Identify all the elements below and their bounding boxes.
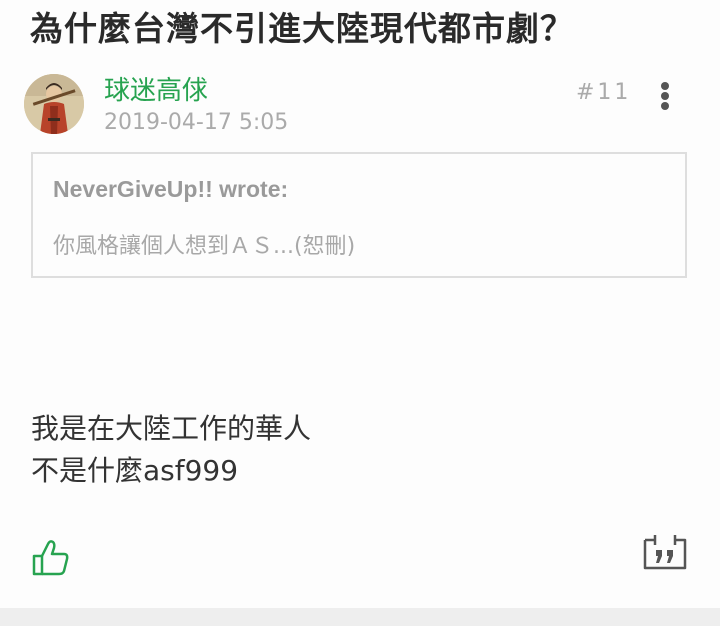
quote-author: NeverGiveUp!! wrote: [53,176,289,202]
bottom-divider [0,608,720,626]
post-timestamp: 2019-04-17 5:05 [104,110,289,135]
quote-icon [643,535,687,570]
quote-text: 你風格讓個人想到ＡＳ...(恕刪) [53,234,356,259]
post-body-line: 我是在大陸工作的華人 [31,412,312,445]
thumbs-up-icon [32,540,69,576]
post-body-line: 不是什麼asf999 [31,454,239,487]
quote-block: NeverGiveUp!! wrote: 你風格讓個人想到ＡＳ...(恕刪) [31,152,687,278]
like-button[interactable] [30,536,72,578]
more-options-icon[interactable] [652,80,678,112]
username[interactable]: 球迷高俅 [104,70,208,107]
quote-button[interactable] [642,534,688,574]
avatar-image [24,74,84,134]
avatar[interactable] [24,74,84,134]
post-body: 我是在大陸工作的華人 不是什麼asf999 [31,408,311,492]
post-number[interactable]: #11 [576,80,631,105]
thread-title: 為什麼台灣不引進大陸現代都市劇？ [30,9,574,48]
